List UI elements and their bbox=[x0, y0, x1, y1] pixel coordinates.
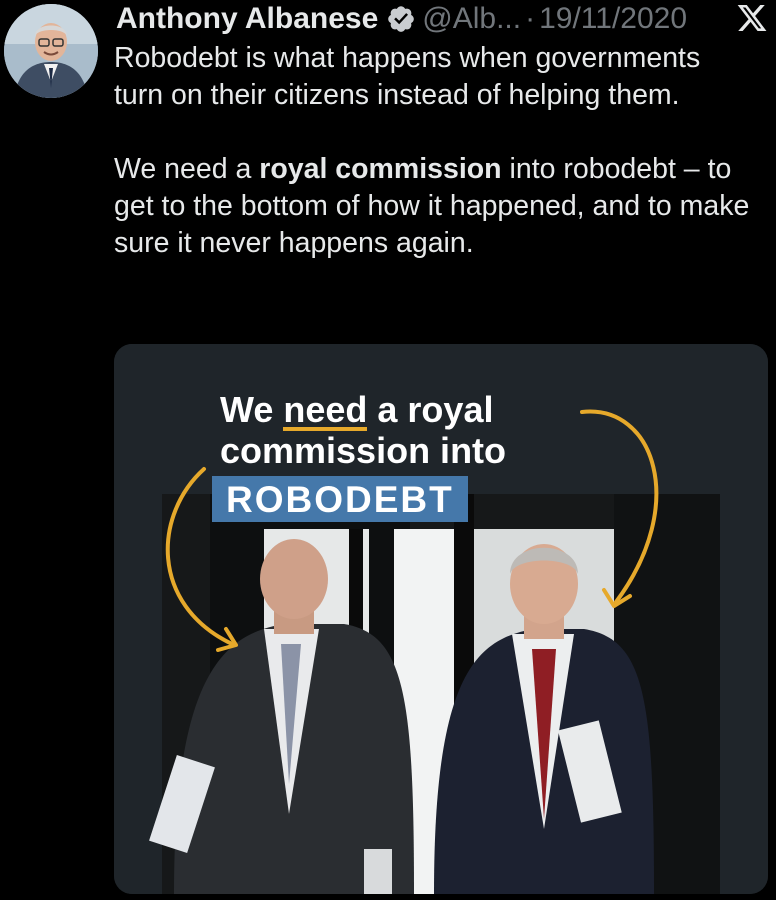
image-headline-line-2: commission into bbox=[220, 430, 507, 471]
tweet-paragraph-1: Robodebt is what happens when government… bbox=[114, 42, 701, 111]
tweet-paragraph-2: We need a royal commission into robodebt… bbox=[114, 151, 754, 262]
tweet-image[interactable]: We need a royal commission into ROBODEBT bbox=[114, 344, 768, 894]
tweet-header: Anthony Albanese @Alb... · 19/11/2020 bbox=[116, 2, 687, 36]
handle[interactable]: @Alb... bbox=[422, 2, 521, 36]
robodebt-highlight: ROBODEBT bbox=[212, 476, 468, 522]
paragraph-2-start: We need a bbox=[114, 153, 260, 185]
headline-a-royal: a royal bbox=[367, 389, 494, 430]
post-date[interactable]: 19/11/2020 bbox=[539, 2, 687, 36]
separator-dot: · bbox=[525, 2, 536, 35]
verified-badge-icon bbox=[386, 4, 416, 34]
headline-underlined-word: need bbox=[283, 389, 368, 431]
tweet-text: Robodebt is what happens when government… bbox=[114, 40, 754, 262]
x-logo-icon bbox=[736, 2, 768, 34]
tweet: Anthony Albanese @Alb... · 19/11/2020 Ro… bbox=[0, 0, 776, 900]
avatar-image bbox=[4, 4, 98, 98]
avatar[interactable] bbox=[4, 4, 98, 98]
headline-we: We bbox=[220, 389, 284, 430]
paragraph-2-bold: royal commission bbox=[259, 153, 502, 185]
display-name[interactable]: Anthony Albanese bbox=[116, 2, 378, 36]
image-headline-line-1: We need a royal bbox=[220, 390, 506, 431]
image-headline: We need a royal commission into bbox=[220, 390, 506, 471]
